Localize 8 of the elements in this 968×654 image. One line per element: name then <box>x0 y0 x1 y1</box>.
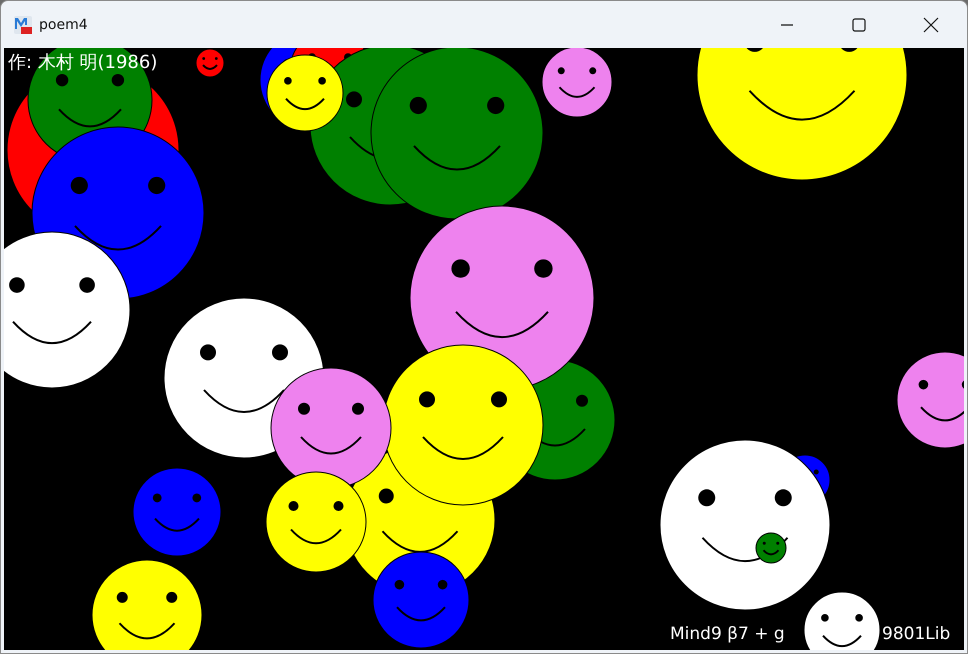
maximize-icon <box>852 18 866 32</box>
close-icon <box>923 16 939 32</box>
app-icon <box>13 14 33 34</box>
minimize-icon <box>781 24 793 26</box>
credit-text: 9801Lib <box>882 624 950 644</box>
credit-text: Mind9 β7 + g <box>670 624 785 644</box>
author-caption: 作: 木村 明(1986) <box>8 51 158 75</box>
window-title: poem4 <box>39 16 89 32</box>
